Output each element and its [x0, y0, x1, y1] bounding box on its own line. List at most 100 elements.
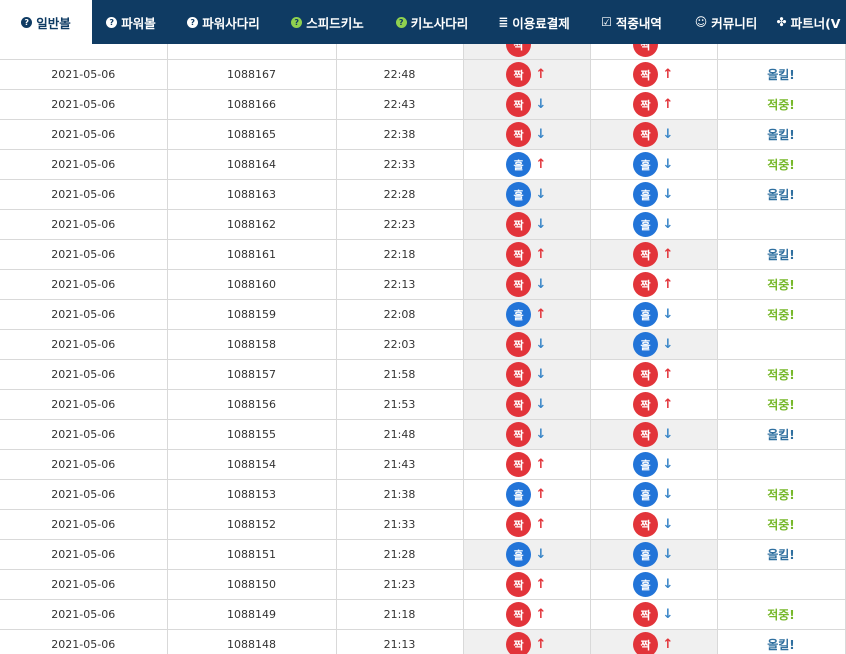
result-text: 적중!: [767, 398, 795, 412]
arrow-down-icon: ↓: [662, 607, 674, 622]
result-text: 올킬!: [767, 188, 795, 202]
table-row: 2021-05-06 1088150 21:23 짝 ↑ 홀 ↓: [0, 569, 846, 600]
question-circle-icon: ?: [21, 16, 33, 28]
arrow-down-icon: ↓: [662, 307, 674, 322]
arrow-up-icon: ↑: [662, 367, 674, 382]
question-circle-icon: ?: [106, 16, 118, 28]
pick-cell-b: 홀 ↓: [590, 209, 718, 240]
table-row: 2021-05-06 1088162 22:23 짝 ↓ 홀 ↓: [0, 209, 846, 240]
round-cell: 1088166: [167, 89, 337, 120]
table-row: 2021-05-06 1088153 21:38 홀 ↑ 홀 ↓ 적중!: [0, 479, 846, 510]
tab-2[interactable]: ? 파워사다리: [170, 0, 277, 44]
tab-7[interactable]: ☺ 커뮤니티: [681, 0, 771, 44]
arrow-up-icon: ↑: [535, 247, 547, 262]
time-cell: 22:23: [336, 209, 464, 240]
result-cell: 적중!: [717, 509, 846, 540]
table-row: 2021-05-06 1088155 21:48 짝 ↓ 짝 ↓ 올킬!: [0, 419, 846, 450]
time-cell: 21:43: [336, 449, 464, 480]
result-cell: 적중!: [717, 389, 846, 420]
arrow-down-icon: ↓: [662, 427, 674, 442]
question-circle-icon: ?: [291, 16, 303, 28]
tab-5[interactable]: ≣ 이용료결제: [486, 0, 582, 44]
date-cell: 2021-05-06: [0, 119, 168, 150]
arrow-up-icon: ↑: [535, 577, 547, 592]
result-cell: 적중!: [717, 89, 846, 120]
pick-cell-a: 짝 ↑: [463, 509, 591, 540]
table-row: 2021-05-06 1088164 22:33 홀 ↑ 홀 ↓ 적중!: [0, 149, 846, 180]
arrow-down-icon: ↓: [662, 487, 674, 502]
tab-8[interactable]: ✤ 파트너(V: [771, 0, 846, 44]
even-ball: 짝: [506, 272, 531, 297]
tab-label: 커뮤니티: [711, 15, 758, 31]
even-ball: 짝: [506, 602, 531, 627]
result-cell: [717, 449, 846, 480]
result-cell: 올킬!: [717, 419, 846, 450]
table-row: 2021-05-06 1088151 21:28 홀 ↓ 홀 ↓ 올킬!: [0, 539, 846, 570]
tab-3[interactable]: ? 스피드키노: [277, 0, 378, 44]
checkbox-icon: ☑: [601, 15, 612, 29]
tab-1[interactable]: ? 파워볼: [92, 0, 170, 44]
pick-cell-b: 짝 ↑: [590, 359, 718, 390]
even-ball: 짝: [633, 392, 658, 417]
date-cell: 2021-05-06: [0, 239, 168, 270]
pick-cell-a: 홀 ↓: [463, 539, 591, 570]
time-cell: 21:13: [336, 629, 464, 654]
arrow-down-icon: ↓: [662, 157, 674, 172]
date-cell: 2021-05-06: [0, 89, 168, 120]
arrow-up-icon: ↑: [662, 637, 674, 652]
pick-cell-a: 홀 ↓: [463, 179, 591, 210]
table-row: 2021-05-06 1088156 21:53 짝 ↓ 짝 ↑ 적중!: [0, 389, 846, 420]
even-ball: 짝: [506, 92, 531, 117]
result-cell: 적중!: [717, 299, 846, 330]
pick-cell-b: 짝 ↓: [590, 419, 718, 450]
round-cell: 1088164: [167, 149, 337, 180]
tab-0[interactable]: ? 일반볼: [0, 0, 92, 44]
table-row: 2021-05-06 1088161 22:18 짝 ↑ 짝 ↑ 올킬!: [0, 239, 846, 270]
even-ball: 짝: [506, 572, 531, 597]
table-row: 2021-05-06 1088160 22:13 짝 ↓ 짝 ↑ 적중!: [0, 269, 846, 300]
tab-6[interactable]: ☑ 적중내역: [582, 0, 681, 44]
time-cell: 22:48: [336, 59, 464, 90]
time-cell: 21:23: [336, 569, 464, 600]
result-text: 올킬!: [767, 68, 795, 82]
time-cell: 22:18: [336, 239, 464, 270]
result-cell: 올킬!: [717, 179, 846, 210]
arrow-down-icon: ↓: [535, 397, 547, 412]
date-cell: 2021-05-06: [0, 569, 168, 600]
odd-ball: 홀: [506, 482, 531, 507]
pick-cell-a: 짝 ↓: [463, 329, 591, 360]
even-ball: 짝: [633, 632, 658, 654]
result-cell: 올킬!: [717, 539, 846, 570]
result-cell: 올킬!: [717, 59, 846, 90]
pick-cell-a: 홀 ↑: [463, 299, 591, 330]
arrow-down-icon: ↓: [662, 217, 674, 232]
question-circle-icon: ?: [395, 16, 407, 28]
pick-cell-b: 홀 ↓: [590, 299, 718, 330]
result-text: 올킬!: [767, 248, 795, 262]
results-table: 짝 짝 2021-05-06 1088167 22:48 짝 ↑ 짝 ↑ 올킬! 2021-05-0…: [0, 44, 846, 654]
tab-label: 적중내역: [615, 15, 662, 31]
table-row: 2021-05-06 1088149 21:18 짝 ↑ 짝 ↓ 적중!: [0, 599, 846, 630]
date-cell: 2021-05-06: [0, 629, 168, 654]
even-ball: 짝: [633, 272, 658, 297]
result-cell: [717, 209, 846, 240]
time-cell: 21:48: [336, 419, 464, 450]
pick-cell-a: 짝 ↓: [463, 269, 591, 300]
arrow-up-icon: ↑: [535, 607, 547, 622]
pick-cell-b: 홀 ↓: [590, 329, 718, 360]
round-cell: 1088150: [167, 569, 337, 600]
arrow-down-icon: ↓: [535, 187, 547, 202]
tab-4[interactable]: ? 키노사다리: [378, 0, 486, 44]
pick-cell-a: 홀 ↑: [463, 149, 591, 180]
odd-ball: 홀: [633, 542, 658, 567]
arrow-up-icon: ↑: [535, 67, 547, 82]
date-cell: 2021-05-06: [0, 269, 168, 300]
date-cell: 2021-05-06: [0, 419, 168, 450]
result-cell: 올킬!: [717, 629, 846, 654]
pick-cell-a: 짝 ↑: [463, 629, 591, 654]
odd-ball: 홀: [633, 332, 658, 357]
odd-ball: 홀: [633, 212, 658, 237]
round-cell: 1088153: [167, 479, 337, 510]
round-cell: 1088155: [167, 419, 337, 450]
result-text: 올킬!: [767, 548, 795, 562]
